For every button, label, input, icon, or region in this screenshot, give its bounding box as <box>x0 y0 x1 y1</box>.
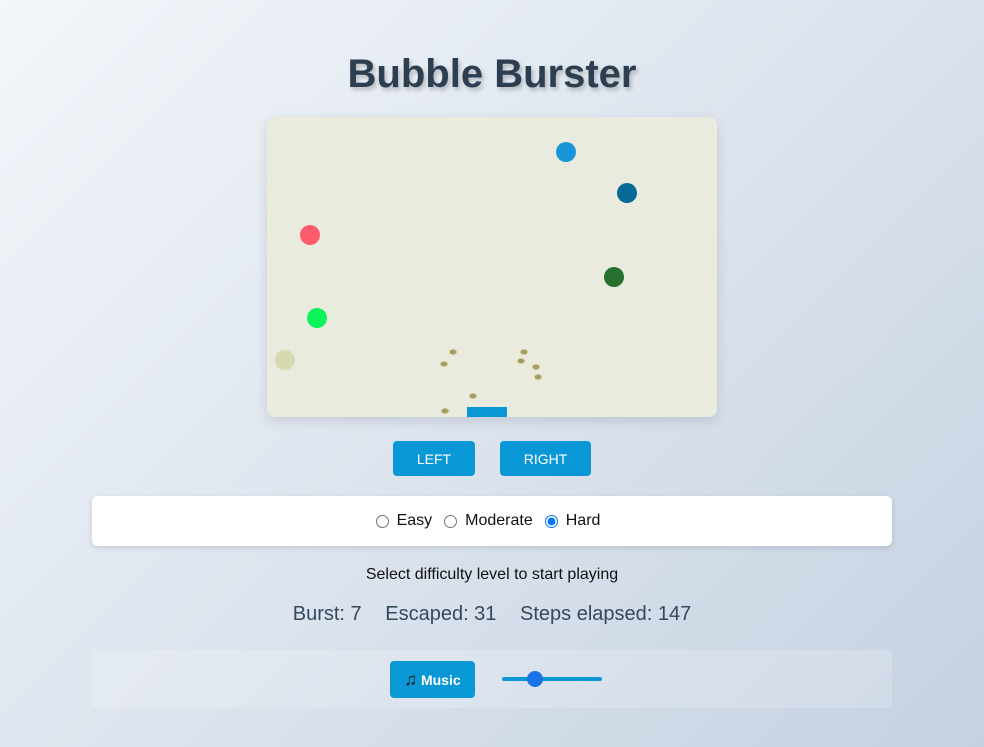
volume-slider[interactable] <box>502 670 602 688</box>
difficulty-selector: Easy Moderate Hard <box>92 496 892 546</box>
burst-particle <box>532 364 540 370</box>
moderate-label: Moderate <box>465 512 533 529</box>
burst-particle <box>534 374 542 380</box>
music-button[interactable]: ♫ Music <box>390 661 475 698</box>
burst-particle <box>440 361 448 367</box>
burst-particle <box>520 349 528 355</box>
volume-thumb[interactable] <box>527 671 543 687</box>
bubble[interactable] <box>307 308 327 328</box>
difficulty-option-easy[interactable]: Easy <box>375 512 441 530</box>
difficulty-option-hard[interactable]: Hard <box>544 512 609 530</box>
bubble[interactable] <box>604 267 624 287</box>
burst-particle <box>441 408 449 414</box>
music-button-label: Music <box>420 671 461 688</box>
steps-count: Steps elapsed: 147 <box>520 603 692 625</box>
game-canvas[interactable] <box>267 117 717 417</box>
status-message: Select difficulty level to start playing <box>365 566 619 583</box>
score-panel: Burst: 7 Escaped: 31 Steps elapsed: 147 <box>0 603 984 626</box>
left-button[interactable]: LEFT <box>393 441 475 476</box>
easy-label: Easy <box>396 512 433 529</box>
bubble[interactable] <box>617 183 637 203</box>
difficulty-option-moderate[interactable]: Moderate <box>444 512 541 530</box>
music-note-icon: ♫ <box>404 669 418 689</box>
game-title: Bubble Burster <box>347 52 637 96</box>
hard-radio[interactable] <box>544 514 558 528</box>
music-controls <box>92 650 892 708</box>
burst-count: Burst: 7 <box>292 603 362 625</box>
bubble[interactable] <box>275 350 295 370</box>
burst-particle <box>469 393 477 399</box>
burst-particle <box>449 349 457 355</box>
easy-radio[interactable] <box>375 514 389 528</box>
hard-label: Hard <box>565 512 601 529</box>
volume-track[interactable] <box>502 677 602 681</box>
moderate-radio[interactable] <box>444 514 458 528</box>
player-paddle[interactable] <box>467 407 507 417</box>
game-board[interactable] <box>267 117 717 417</box>
escaped-count: Escaped: 31 <box>385 603 497 625</box>
right-button[interactable]: RIGHT <box>500 441 591 476</box>
bubble[interactable] <box>556 142 576 162</box>
bubble[interactable] <box>300 225 320 245</box>
burst-particle <box>517 358 525 364</box>
